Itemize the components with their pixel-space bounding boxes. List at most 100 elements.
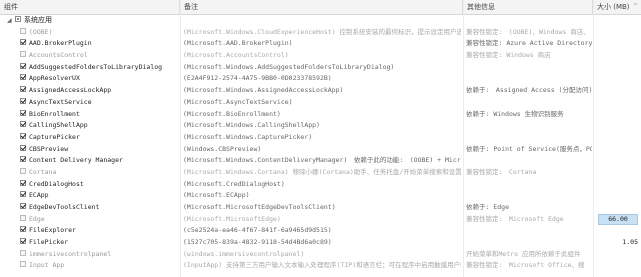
component-row[interactable]: ECApp (Microsoft.ECApp)	[0, 190, 641, 202]
component-name: CBSPreview	[29, 144, 69, 153]
component-row[interactable]: (OOBE) (Microsoft.Windows.CloudExperience…	[0, 27, 641, 39]
component-checkbox[interactable]	[20, 238, 26, 245]
component-checkbox[interactable]	[20, 167, 26, 174]
component-checkbox[interactable]	[20, 156, 26, 163]
component-checkbox[interactable]	[20, 203, 26, 209]
component-row[interactable]: Edge (Microsoft.MicrosoftEdge) 兼容性锁定: Micr…	[0, 213, 641, 226]
component-name-cell: CapturePicker	[20, 132, 180, 144]
component-size-cell	[595, 27, 641, 39]
component-row[interactable]: AppResolverUX (E2A4F912-2574-4A75-9BB0-0D…	[0, 73, 641, 85]
component-info: 兼容性锁定: Azure Active Directory	[466, 39, 592, 48]
collapse-arrow-icon[interactable]: ◢	[7, 15, 13, 27]
component-size-cell	[595, 249, 641, 261]
component-size-cell: 66.00	[595, 213, 641, 226]
component-size-cell	[595, 155, 641, 167]
component-description: (Windows.CBSPreview)	[183, 144, 262, 153]
component-row[interactable]: FilePicker (1527c705-839a-4832-9118-54d4B…	[0, 237, 641, 249]
component-name-cell: AccountsControl	[20, 50, 180, 62]
component-info: 依赖于: Point of Service(服务点，PO	[466, 144, 592, 153]
component-name: Content Delivery Manager	[29, 156, 123, 165]
component-checkbox[interactable]	[20, 74, 26, 81]
component-info	[466, 120, 592, 132]
component-row[interactable]: AAD.BrokerPlugin (Microsoft.AAD.BrokerPlu…	[0, 38, 641, 50]
component-info: 兼容性锁定: (OOBE)、Windows 商店、	[466, 27, 590, 36]
component-info: 兼容性锁定: Cortana	[466, 167, 537, 176]
group-checkbox[interactable]	[15, 16, 21, 22]
component-name: CredDialogHost	[29, 179, 84, 188]
component-checkbox[interactable]	[20, 249, 26, 256]
component-checkbox[interactable]	[20, 39, 26, 46]
component-row[interactable]: CallingShellApp (Microsoft.Windows.Callin…	[0, 120, 641, 132]
component-description: (Microsoft.Windows.CapturePicker)	[183, 132, 313, 141]
component-info: 依赖于: Edge	[466, 203, 509, 211]
component-name: Edge	[29, 214, 45, 223]
component-size-cell	[595, 225, 641, 237]
group-row-system-apps[interactable]: ◢ 系统应用	[0, 15, 641, 27]
component-size-cell	[595, 179, 641, 191]
component-name-cell: AppResolverUX	[20, 73, 180, 85]
component-name: AccountsControl	[29, 51, 88, 60]
component-name-cell: Cortana	[20, 167, 180, 179]
component-name-cell: AssignedAccessLockApp	[20, 85, 180, 97]
component-name: BioEnrollment	[29, 109, 80, 118]
component-row[interactable]: EdgeDevToolsClient (Microsoft.MicrosoftEd…	[0, 202, 641, 214]
component-row[interactable]: CredDialogHost (Microsoft.CredDialogHost)	[0, 179, 641, 191]
component-checkbox[interactable]	[20, 86, 26, 93]
component-name-cell: Input App	[20, 260, 180, 272]
component-description: (Microsoft.MicrosoftEdge)	[183, 214, 281, 223]
component-info: 依赖于: Windows 生物识别服务	[466, 109, 564, 118]
component-checkbox[interactable]	[20, 214, 26, 221]
component-row[interactable]: FileExplorer (c5e2524a-ea46-4f67-841f-6a9…	[0, 225, 641, 237]
component-row[interactable]: CapturePicker (Microsoft.Windows.CaptureP…	[0, 132, 641, 144]
component-checkbox[interactable]	[20, 27, 26, 34]
column-header-description[interactable]: 备注	[180, 0, 463, 14]
component-row[interactable]: AssignedAccessLockApp (Microsoft.Windows.…	[0, 85, 641, 97]
component-checkbox[interactable]	[20, 97, 26, 104]
column-header-name[interactable]: 组件	[0, 0, 180, 14]
component-row[interactable]: AccountsControl (Microsoft.AccountsContro…	[0, 50, 641, 62]
component-checkbox[interactable]	[20, 226, 26, 233]
component-name-cell: AAD.BrokerPlugin	[20, 38, 180, 50]
component-checkbox[interactable]	[20, 51, 26, 58]
component-name-cell: AsyncTextService	[20, 97, 180, 109]
component-description: (Microsoft.Windows.Cortana) 移除小娜(Cortana…	[183, 167, 461, 176]
component-description: (Microsoft.AccountsControl)	[183, 51, 289, 60]
component-info	[466, 73, 592, 85]
component-name-cell: Edge	[20, 214, 180, 226]
component-info: 开始菜单和Metro 应用所依赖于此组件	[466, 249, 581, 258]
component-checkbox[interactable]	[20, 261, 26, 268]
column-header-size[interactable]: 大小 (MB) ^	[593, 0, 641, 14]
component-size-cell	[595, 190, 641, 202]
component-name: FileExplorer	[29, 226, 76, 235]
component-row[interactable]: AsyncTextService (Microsoft.AsyncTextServ…	[0, 97, 641, 109]
component-row[interactable]: CBSPreview (Windows.CBSPreview) 依赖于: Point…	[0, 144, 641, 156]
component-size-cell	[595, 167, 641, 179]
component-row[interactable]: BioEnrollment (Microsoft.BioEnrollment) 依赖…	[0, 109, 641, 121]
component-name: AppResolverUX	[29, 74, 80, 83]
component-size-cell	[595, 85, 641, 97]
column-header-bar: 组件 备注 其他信息 大小 (MB) ^	[0, 0, 641, 15]
component-row[interactable]: Input App (InputApp) 支持第三方用户输入文本输入处理程序(TI…	[0, 260, 641, 272]
component-row[interactable]: immersivecontrolpanel (windows.immersivec…	[0, 249, 641, 261]
component-info	[466, 225, 592, 237]
component-checkbox[interactable]	[20, 132, 26, 139]
component-checkbox[interactable]	[20, 191, 26, 198]
component-info	[466, 132, 592, 144]
component-info: 兼容性锁定: Microsoft Edge	[466, 214, 564, 223]
component-checkbox[interactable]	[20, 144, 26, 151]
component-info	[466, 155, 592, 167]
column-header-info[interactable]: 其他信息	[463, 0, 593, 14]
component-checkbox[interactable]	[20, 109, 26, 116]
component-row[interactable]: Cortana (Microsoft.Windows.Cortana) 移除小娜(…	[0, 167, 641, 179]
component-description: (windows.immersivecontrolpanel)	[183, 249, 305, 258]
component-checkbox[interactable]	[20, 179, 26, 186]
component-name-cell: CBSPreview	[20, 144, 180, 156]
component-row[interactable]: AddSuggestedFoldersToLibraryDialog (Micro…	[0, 62, 641, 74]
component-checkbox[interactable]	[20, 121, 26, 128]
component-checkbox[interactable]	[20, 62, 26, 69]
component-row[interactable]: Content Delivery Manager (Microsoft.Windo…	[0, 155, 641, 167]
column-header-size-label: 大小 (MB)	[597, 3, 630, 11]
component-name: AAD.BrokerPlugin	[29, 39, 92, 48]
component-name: Cortana	[29, 167, 57, 176]
component-name-cell: FilePicker	[20, 237, 180, 249]
